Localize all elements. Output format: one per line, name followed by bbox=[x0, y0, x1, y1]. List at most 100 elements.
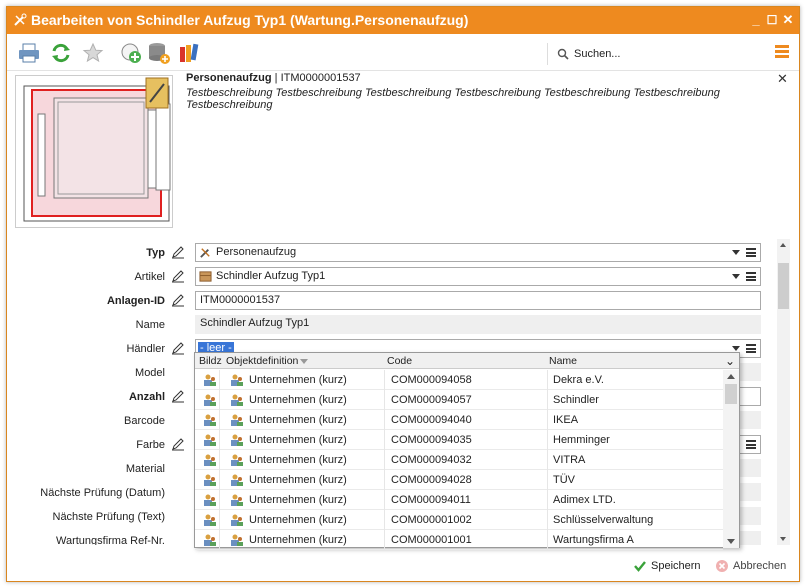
row-objektdefinition: Unternehmen (kurz) bbox=[249, 434, 347, 446]
scroll-down-icon[interactable] bbox=[727, 539, 735, 544]
save-button[interactable]: Speichern bbox=[633, 559, 701, 573]
barcode-label: Barcode bbox=[124, 415, 165, 427]
column-header-objektdefinition[interactable]: Objektdefinition bbox=[226, 353, 298, 369]
search-field[interactable]: Suchen... bbox=[547, 43, 767, 65]
company-icon bbox=[230, 513, 244, 527]
maximize-button[interactable]: ☐ bbox=[765, 13, 779, 27]
pruefung-datum-label: Nächste Prüfung (Datum) bbox=[40, 487, 165, 499]
typ-label: Typ bbox=[146, 247, 165, 259]
form-scrollbar[interactable] bbox=[777, 239, 790, 545]
scrollbar-thumb[interactable] bbox=[778, 263, 789, 309]
company-icon bbox=[203, 513, 217, 527]
artikel-value: Schindler Aufzug Typ1 bbox=[216, 270, 326, 282]
dropdown-row[interactable]: Unternehmen (kurz) COM000094057 Schindler bbox=[195, 390, 723, 410]
row-code: COM000094035 bbox=[391, 434, 472, 446]
company-icon bbox=[203, 393, 217, 407]
column-header-name[interactable]: Name bbox=[549, 353, 577, 369]
row-name: Dekra e.V. bbox=[553, 374, 604, 386]
edit-pencil-icon[interactable] bbox=[171, 389, 185, 403]
star-icon[interactable] bbox=[81, 41, 105, 65]
dropdown-row[interactable]: Unternehmen (kurz) COM000094032 VITRA bbox=[195, 450, 723, 470]
row-name: Hemminger bbox=[553, 434, 610, 446]
row-code: COM000001001 bbox=[391, 534, 472, 546]
scroll-down-icon[interactable] bbox=[780, 537, 786, 541]
column-divider bbox=[547, 390, 548, 410]
list-menu-icon[interactable] bbox=[746, 248, 756, 257]
row-objektdefinition: Unternehmen (kurz) bbox=[249, 494, 347, 506]
scroll-up-icon[interactable] bbox=[727, 374, 735, 379]
dropdown-row[interactable]: Unternehmen (kurz) COM000001001 Wartungsfi… bbox=[195, 530, 723, 550]
dropdown-row[interactable]: Unternehmen (kurz) COM000094040 IKEA bbox=[195, 410, 723, 430]
anzahl-label: Anzahl bbox=[128, 391, 165, 403]
name-label: Name bbox=[135, 319, 165, 331]
column-divider bbox=[384, 470, 385, 490]
database-add-icon[interactable] bbox=[147, 41, 171, 65]
artikel-select[interactable]: Schindler Aufzug Typ1 bbox=[195, 267, 761, 286]
typ-select[interactable]: Personenaufzug bbox=[195, 243, 761, 262]
search-icon bbox=[557, 48, 569, 60]
row-objektdefinition: Unternehmen (kurz) bbox=[249, 414, 347, 426]
sort-icon[interactable] bbox=[300, 359, 308, 364]
edit-pencil-icon[interactable] bbox=[171, 293, 185, 307]
refresh-icon[interactable] bbox=[49, 41, 73, 65]
print-icon[interactable] bbox=[17, 41, 41, 65]
row-name: Adimex LTD. bbox=[553, 494, 616, 506]
row-code: COM000094040 bbox=[391, 414, 472, 426]
list-menu-icon[interactable] bbox=[746, 440, 756, 449]
row-objektdefinition: Unternehmen (kurz) bbox=[249, 534, 347, 546]
row-name: TÜV bbox=[553, 474, 575, 486]
row-code: COM000094028 bbox=[391, 474, 472, 486]
chevron-down-icon[interactable] bbox=[732, 346, 740, 351]
item-image bbox=[15, 75, 173, 228]
company-icon bbox=[203, 373, 217, 387]
dropdown-row[interactable]: Unternehmen (kurz) COM000094028 TÜV bbox=[195, 470, 723, 490]
company-icon bbox=[203, 413, 217, 427]
edit-pencil-icon[interactable] bbox=[171, 437, 185, 451]
scrollbar-thumb[interactable] bbox=[725, 384, 737, 404]
edit-pencil-icon[interactable] bbox=[171, 341, 185, 355]
row-objektdefinition: Unternehmen (kurz) bbox=[249, 474, 347, 486]
company-icon bbox=[230, 453, 244, 467]
dropdown-row[interactable]: Unternehmen (kurz) COM000094011 Adimex LTD… bbox=[195, 490, 723, 510]
wartungsfirma-label: Wartungsfirma Ref-Nr. bbox=[55, 535, 165, 545]
cancel-button[interactable]: Abbrechen bbox=[715, 559, 786, 573]
column-divider bbox=[219, 490, 220, 510]
name-field: Schindler Aufzug Typ1 bbox=[195, 315, 761, 334]
company-icon bbox=[230, 473, 244, 487]
company-icon bbox=[203, 533, 217, 547]
column-header-code[interactable]: Code bbox=[387, 353, 412, 369]
column-header-bildz[interactable]: Bildz bbox=[199, 353, 222, 369]
list-menu-icon[interactable] bbox=[746, 272, 756, 281]
column-divider bbox=[547, 370, 548, 390]
close-window-button[interactable]: ✕ bbox=[781, 13, 795, 27]
dropdown-row[interactable]: Unternehmen (kurz) COM000001002 Schlüsselv… bbox=[195, 510, 723, 530]
item-description: Testbeschreibung Testbeschreibung Testbe… bbox=[186, 87, 720, 111]
main-menu-icon[interactable] bbox=[775, 45, 789, 59]
edit-pencil-icon[interactable] bbox=[171, 269, 185, 283]
toolbar: Suchen... bbox=[7, 35, 799, 71]
scroll-up-icon[interactable] bbox=[780, 243, 786, 247]
dropdown-row[interactable]: Unternehmen (kurz) COM000094035 Hemminger bbox=[195, 430, 723, 450]
row-name: VITRA bbox=[553, 454, 586, 466]
edit-pencil-icon[interactable] bbox=[171, 245, 185, 259]
dropdown-scrollbar[interactable] bbox=[723, 370, 739, 548]
item-type-name: Personenaufzug bbox=[186, 72, 272, 84]
chevron-down-icon[interactable] bbox=[732, 250, 740, 255]
dropdown-row[interactable]: Unternehmen (kurz) COM000094058 Dekra e.V. bbox=[195, 370, 723, 390]
list-menu-icon[interactable] bbox=[746, 344, 756, 353]
close-header-button[interactable]: ✕ bbox=[777, 71, 788, 87]
anlagen-id-input[interactable]: ITM0000001537 bbox=[195, 291, 761, 310]
anlagen-id-label: Anlagen-ID bbox=[106, 295, 165, 307]
column-divider bbox=[547, 430, 548, 450]
column-divider bbox=[219, 450, 220, 470]
add-item-icon[interactable] bbox=[119, 41, 143, 65]
books-icon[interactable] bbox=[177, 41, 201, 65]
row-code: COM000094058 bbox=[391, 374, 472, 386]
minimize-button[interactable]: _ bbox=[749, 13, 763, 27]
column-divider bbox=[547, 470, 548, 490]
cancel-label: Abbrechen bbox=[733, 560, 787, 572]
chevron-down-icon[interactable]: ⌄ bbox=[725, 353, 735, 369]
chevron-down-icon[interactable] bbox=[732, 274, 740, 279]
footer: Speichern Abbrechen bbox=[7, 552, 799, 582]
row-objektdefinition: Unternehmen (kurz) bbox=[249, 394, 347, 406]
